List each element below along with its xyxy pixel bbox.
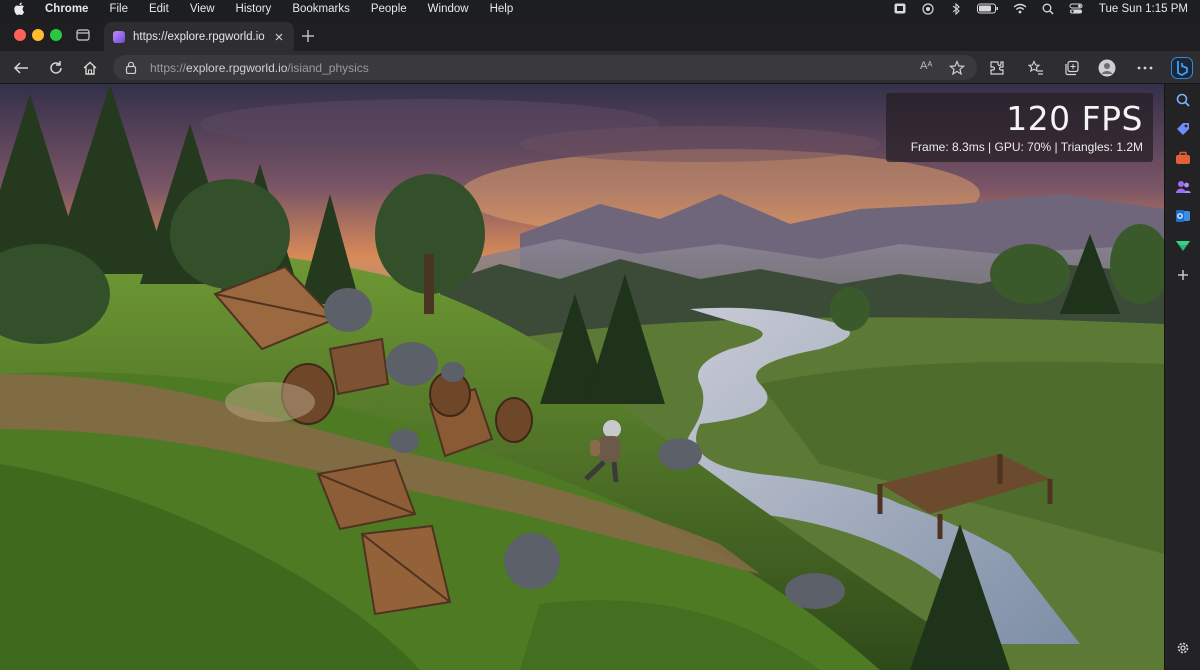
profile-avatar[interactable]: [1098, 59, 1116, 77]
settings-icon[interactable]: [1174, 639, 1192, 657]
search-icon[interactable]: [1041, 3, 1055, 15]
control-center-icon[interactable]: [1069, 3, 1083, 15]
fps-counter: 120 FPS: [1006, 99, 1143, 138]
game-viewport[interactable]: 120 FPS Frame: 8.3ms | GPU: 70% | Triang…: [0, 84, 1164, 670]
menu-window[interactable]: Window: [428, 3, 469, 15]
browser-window: https://explore.rpgworld.io https://expl…: [0, 17, 1200, 670]
reload-button[interactable]: [47, 59, 65, 77]
more-options-icon[interactable]: [1136, 59, 1154, 77]
extensions-icon[interactable]: [988, 59, 1006, 77]
minimize-window-button[interactable]: [32, 29, 44, 41]
drive-icon[interactable]: [1174, 236, 1192, 254]
briefcase-icon[interactable]: [1174, 149, 1192, 167]
favorite-star-icon[interactable]: [948, 59, 966, 76]
game-scene-illustration: [0, 84, 1164, 670]
menu-app-name[interactable]: Chrome: [45, 3, 88, 15]
record-icon[interactable]: [921, 2, 935, 15]
new-tab-icon[interactable]: [301, 29, 315, 43]
menu-history[interactable]: History: [236, 3, 272, 15]
lock-icon[interactable]: [125, 61, 137, 75]
menu-view[interactable]: View: [190, 3, 215, 15]
bluetooth-icon[interactable]: [949, 2, 963, 15]
render-stats: Frame: 8.3ms | GPU: 70% | Triangles: 1.2…: [910, 140, 1143, 154]
bing-copilot-icon[interactable]: [1171, 57, 1193, 79]
apple-menu-icon[interactable]: [14, 2, 30, 15]
menu-file[interactable]: File: [109, 3, 128, 15]
rpgworld-favicon-icon: [113, 30, 125, 43]
add-icon[interactable]: [1174, 266, 1192, 284]
menubar-status-area: Tue Sun 1:15 PM: [893, 0, 1188, 17]
collections-icon[interactable]: [1063, 59, 1081, 77]
performance-overlay: 120 FPS Frame: 8.3ms | GPU: 70% | Triang…: [886, 93, 1153, 162]
url-host: explore.rpgworld.io: [186, 61, 288, 75]
favorites-icon[interactable]: [1027, 59, 1045, 77]
close-window-button[interactable]: [14, 29, 26, 41]
tab-rpgworld[interactable]: https://explore.rpgworld.io: [104, 22, 294, 51]
home-button[interactable]: [81, 59, 99, 77]
url-scheme: https://: [150, 61, 187, 75]
browser-toolbar: https://explore.rpgworld.io/isiand_physi…: [0, 51, 1200, 84]
menu-edit[interactable]: Edit: [149, 3, 169, 15]
people-icon[interactable]: [1174, 178, 1192, 196]
address-bar[interactable]: https://explore.rpgworld.io/isiand_physi…: [113, 55, 977, 80]
tab-title: https://explore.rpgworld.io: [133, 30, 265, 43]
menubar-clock[interactable]: Tue Sun 1:15 PM: [1099, 3, 1188, 15]
battery-icon[interactable]: [976, 3, 999, 15]
close-tab-icon[interactable]: [273, 30, 285, 42]
maximize-window-button[interactable]: [50, 29, 62, 41]
url-path: /isiand_physics: [287, 61, 369, 75]
shopping-tag-icon[interactable]: [1174, 120, 1192, 138]
app-icon[interactable]: [893, 3, 907, 15]
wifi-icon[interactable]: [1013, 3, 1027, 15]
tab-strip: https://explore.rpgworld.io: [0, 17, 1200, 51]
url-text[interactable]: https://explore.rpgworld.io/isiand_physi…: [150, 61, 369, 75]
tab-actions-icon[interactable]: [76, 28, 90, 42]
search-icon[interactable]: [1174, 91, 1192, 109]
macos-menu-bar: Chrome File Edit View History Bookmarks …: [0, 0, 1200, 17]
menu-people[interactable]: People: [371, 3, 407, 15]
read-aloud-icon[interactable]: Aᴬ: [920, 60, 936, 76]
menu-help[interactable]: Help: [490, 3, 514, 15]
menu-bookmarks[interactable]: Bookmarks: [292, 3, 350, 15]
edge-sidebar: [1164, 84, 1200, 670]
outlook-icon[interactable]: [1174, 207, 1192, 225]
back-button[interactable]: [12, 59, 30, 77]
